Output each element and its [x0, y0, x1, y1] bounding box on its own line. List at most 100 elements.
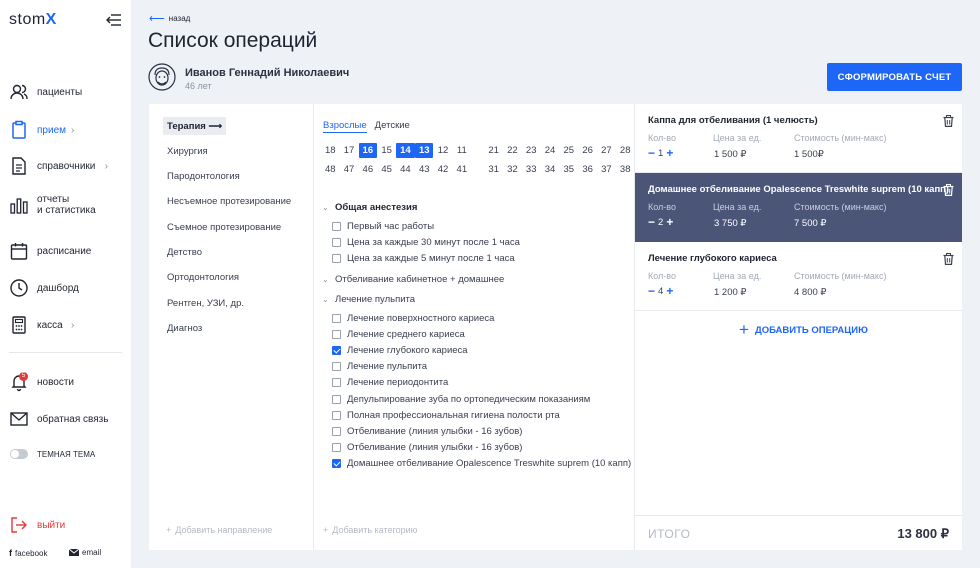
operation-checkbox[interactable] — [332, 378, 341, 388]
sidebar-item-bar-chart[interactable]: отчеты и статистика — [0, 189, 131, 221]
tooth-43[interactable]: 43 — [415, 162, 434, 177]
tooth-28[interactable]: 28 — [616, 143, 635, 158]
tooth-33[interactable]: 33 — [522, 162, 541, 177]
operation-checkbox[interactable] — [332, 313, 341, 323]
operation-checkbox[interactable] — [332, 329, 341, 339]
tooth-38[interactable]: 38 — [616, 162, 635, 177]
add-direction-button[interactable]: + Добавить направление — [166, 525, 272, 535]
increment-button[interactable]: + — [666, 147, 673, 159]
increment-button[interactable]: + — [666, 285, 673, 297]
tooth-11[interactable]: 11 — [453, 143, 472, 158]
tooth-12[interactable]: 12 — [434, 143, 453, 158]
operation-checkbox[interactable] — [332, 410, 341, 420]
operation-checkbox[interactable] — [332, 238, 341, 248]
operation-item[interactable]: Лечение глубокого кариеса — [332, 345, 468, 356]
direction-item[interactable]: Терапия ⟶ — [163, 117, 227, 135]
operation-checkbox[interactable] — [332, 394, 341, 404]
tooth-21[interactable]: 21 — [484, 143, 503, 158]
facebook-link[interactable]: f facebook — [9, 548, 47, 558]
operation-checkbox[interactable] — [332, 443, 341, 453]
operation-checkbox[interactable] — [332, 222, 341, 231]
collapse-sidebar-icon[interactable] — [104, 12, 122, 28]
tooth-48[interactable]: 48 — [321, 162, 340, 177]
add-operation-button[interactable]: + ДОБАВИТЬ ОПЕРАЦИЮ — [739, 321, 868, 338]
generate-invoice-button[interactable]: СФОРМИРОВАТЬ СЧЕТ — [827, 63, 962, 91]
tooth-18[interactable]: 18 — [321, 143, 340, 158]
operation-item[interactable]: Лечение среднего кариеса — [332, 329, 465, 340]
tooth-46[interactable]: 46 — [359, 162, 378, 177]
tab-children[interactable]: Детские — [375, 120, 410, 133]
category-item[interactable]: ⌄ Общая анестезия — [322, 202, 417, 213]
direction-item[interactable]: Ортодонтология — [163, 269, 243, 287]
operation-checkbox[interactable] — [332, 427, 341, 436]
direction-item[interactable]: Хирургия — [163, 142, 212, 160]
tooth-36[interactable]: 36 — [578, 162, 597, 177]
decrement-button[interactable]: − — [648, 147, 655, 159]
operation-item[interactable]: Лечение периодонтита — [332, 377, 448, 388]
operation-item[interactable]: Первый час работы — [332, 221, 434, 232]
add-category-button[interactable]: + Добавить категорию — [323, 525, 417, 535]
tooth-45[interactable]: 45 — [377, 162, 396, 177]
sidebar-item-document[interactable]: справочники › — [0, 150, 131, 182]
back-link[interactable]: ⟵ назад — [149, 12, 190, 25]
tooth-32[interactable]: 32 — [503, 162, 522, 177]
tooth-35[interactable]: 35 — [560, 162, 579, 177]
tooth-14[interactable]: 14 — [396, 143, 415, 158]
direction-item[interactable]: Съемное протезирование — [163, 218, 285, 236]
sidebar-item-clock[interactable]: дашборд — [0, 272, 131, 304]
email-link[interactable]: email — [69, 548, 101, 557]
tooth-31[interactable]: 31 — [484, 162, 503, 177]
operation-checkbox[interactable] — [332, 346, 341, 355]
tooth-25[interactable]: 25 — [560, 143, 579, 158]
logout-button[interactable]: выйти — [0, 509, 131, 541]
direction-item[interactable]: Пародонтология — [163, 168, 244, 186]
dark-theme-toggle[interactable] — [10, 449, 28, 459]
operation-checkbox[interactable] — [332, 254, 341, 264]
tooth-44[interactable]: 44 — [396, 162, 415, 177]
decrement-button[interactable]: − — [648, 285, 655, 297]
theme-toggle-row[interactable]: ТЕМНАЯ ТЕМА — [0, 438, 131, 470]
operation-item[interactable]: Лечение пульпита — [332, 361, 427, 372]
category-item[interactable]: ⌄ Отбеливание кабинетное + домашнее — [322, 274, 504, 285]
decrement-button[interactable]: − — [648, 216, 655, 228]
sidebar-item-clipboard[interactable]: прием › — [0, 114, 131, 146]
tooth-13[interactable]: 13 — [414, 143, 434, 158]
sidebar-item-news[interactable]: 5 новости — [0, 366, 131, 398]
increment-button[interactable]: + — [666, 216, 673, 228]
operation-item[interactable]: Отбеливание (линия улыбки - 16 зубов) — [332, 442, 522, 453]
sidebar-item-calculator[interactable]: касса › — [0, 309, 131, 341]
operation-item[interactable]: Депульпирование зуба по ортопедическим п… — [332, 394, 590, 405]
operation-item[interactable]: Цена за каждые 30 минут после 1 часа — [332, 237, 520, 248]
app-logo[interactable]: stomX — [9, 11, 57, 29]
operation-checkbox[interactable] — [332, 459, 341, 469]
operation-item[interactable]: Цена за каждые 5 минут после 1 часа — [332, 253, 515, 264]
direction-item[interactable]: Рентген, УЗИ, др. — [163, 294, 248, 312]
trash-icon[interactable] — [943, 253, 954, 265]
tooth-41[interactable]: 41 — [453, 162, 472, 177]
sidebar-item-feedback[interactable]: обратная связь — [0, 403, 131, 435]
tooth-47[interactable]: 47 — [340, 162, 359, 177]
operation-item[interactable]: Отбеливание (линия улыбки - 16 зубов) — [332, 426, 522, 437]
operation-item[interactable]: Полная профессиональная гигиена полости … — [332, 410, 560, 421]
tooth-42[interactable]: 42 — [434, 162, 453, 177]
direction-item[interactable]: Детство — [163, 244, 206, 262]
sidebar-item-users[interactable]: пациенты — [0, 76, 131, 108]
trash-icon[interactable] — [943, 184, 954, 196]
category-item[interactable]: ⌄ Лечение пульпита — [322, 294, 415, 305]
tooth-27[interactable]: 27 — [597, 143, 616, 158]
tooth-24[interactable]: 24 — [541, 143, 560, 158]
operation-item[interactable]: Домашнее отбеливание Opalescence Treswhi… — [332, 458, 631, 469]
trash-icon[interactable] — [943, 115, 954, 127]
tooth-16[interactable]: 16 — [358, 143, 378, 158]
sidebar-item-calendar[interactable]: расписание — [0, 235, 131, 267]
operation-item[interactable]: Лечение поверхностного кариеса — [332, 313, 494, 324]
tooth-15[interactable]: 15 — [377, 143, 396, 158]
tooth-23[interactable]: 23 — [522, 143, 541, 158]
direction-item[interactable]: Несъемное протезирование — [163, 193, 295, 211]
tooth-22[interactable]: 22 — [503, 143, 522, 158]
tooth-26[interactable]: 26 — [578, 143, 597, 158]
tab-adults[interactable]: Взрослые — [323, 120, 367, 133]
operation-checkbox[interactable] — [332, 362, 341, 372]
tooth-37[interactable]: 37 — [597, 162, 616, 177]
direction-item[interactable]: Диагноз — [163, 319, 206, 337]
